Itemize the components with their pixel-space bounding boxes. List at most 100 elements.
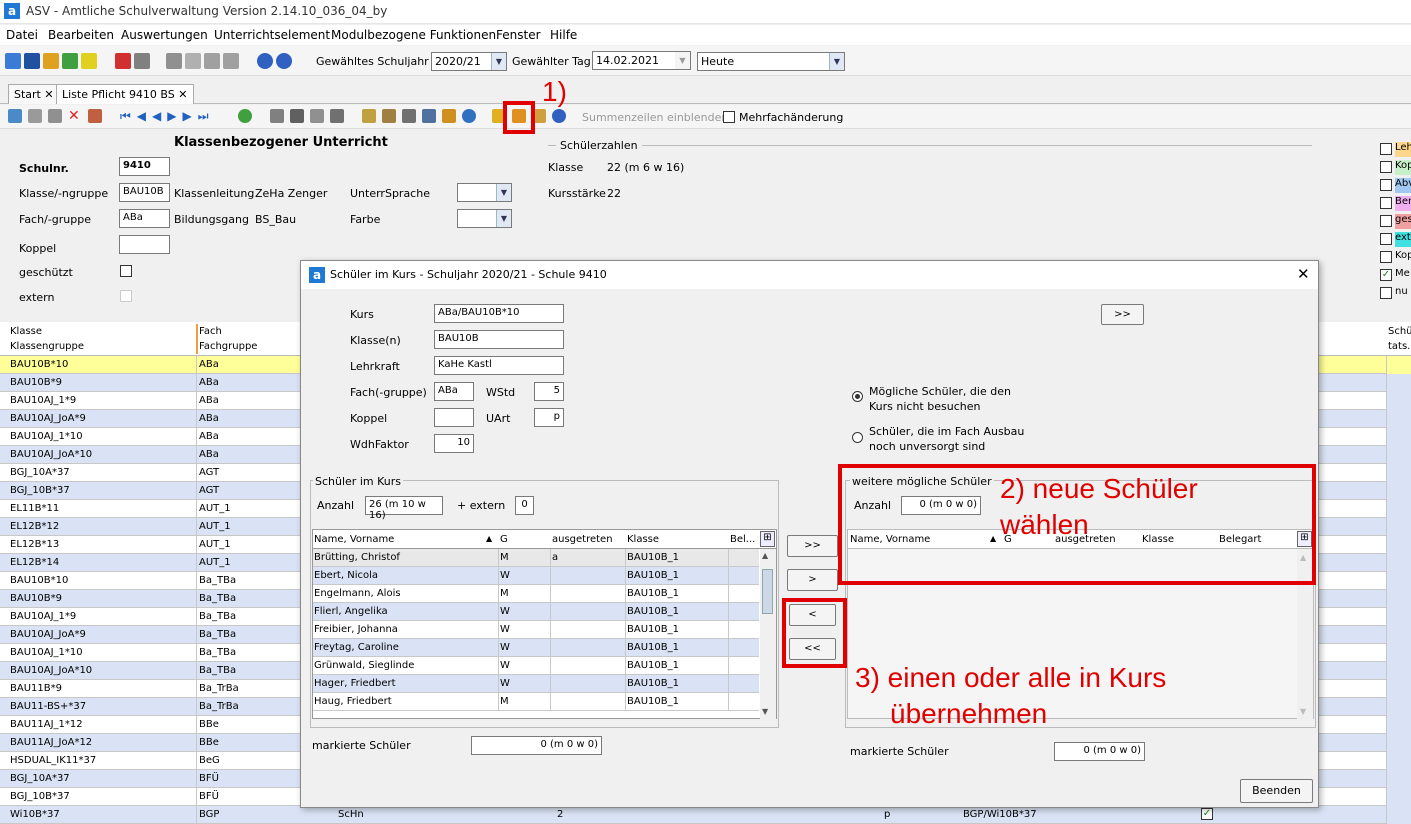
teacher-icon[interactable] bbox=[62, 53, 78, 69]
heute-select[interactable]: Heute ▼ bbox=[697, 52, 845, 71]
mehrfach-checkbox[interactable] bbox=[723, 111, 735, 123]
clock-icon[interactable] bbox=[462, 109, 476, 123]
paste-icon[interactable] bbox=[330, 109, 344, 123]
menu-auswertungen[interactable]: Auswertungen bbox=[121, 28, 208, 42]
legend-checkbox[interactable] bbox=[1380, 287, 1392, 299]
student-row[interactable]: Brütting, Christof Ma BAU10B_1 bbox=[313, 549, 759, 567]
tools-icon[interactable] bbox=[382, 109, 396, 123]
radio-option-2[interactable] bbox=[852, 432, 863, 443]
col-fach[interactable]: Fach bbox=[199, 326, 222, 337]
chevron-down-icon[interactable]: ▼ bbox=[829, 53, 844, 70]
cut-icon[interactable] bbox=[290, 109, 304, 123]
kurs-field[interactable]: ABa/BAU10B*10 bbox=[434, 304, 564, 323]
legend-checkbox[interactable] bbox=[1380, 143, 1392, 155]
sort-up-icon[interactable]: ▲ bbox=[486, 534, 492, 543]
legend-checkbox[interactable]: ✓ bbox=[1380, 269, 1392, 281]
unterrsprache-select[interactable]: ▼ bbox=[457, 183, 512, 202]
book-icon[interactable] bbox=[115, 53, 131, 69]
copy-icon[interactable] bbox=[310, 109, 324, 123]
add-all-button[interactable]: >> bbox=[787, 535, 838, 557]
bus-icon[interactable] bbox=[24, 53, 40, 69]
scroll-up-icon[interactable]: ▲ bbox=[762, 551, 768, 560]
radio-option-1[interactable] bbox=[852, 391, 863, 402]
delete-icon[interactable]: ✕ bbox=[68, 108, 80, 124]
calendar-icon[interactable] bbox=[185, 53, 201, 69]
lehrkraft-field[interactable]: KaHe Kastl bbox=[434, 356, 564, 375]
geschuetzt-checkbox[interactable] bbox=[120, 265, 132, 277]
navigation-icons[interactable]: ⏮◀◀▶▶⏭ bbox=[120, 109, 215, 124]
student-row[interactable]: Haug, Friedbert M BAU10B_1 bbox=[313, 693, 759, 711]
top-move-button[interactable]: >> bbox=[1101, 304, 1144, 325]
puzzle-icon[interactable] bbox=[166, 53, 182, 69]
menu-datei[interactable]: Datei bbox=[6, 28, 38, 42]
col-schueler[interactable]: Schü bbox=[1388, 326, 1411, 337]
koppel-field[interactable] bbox=[434, 408, 474, 427]
legend-checkbox[interactable] bbox=[1380, 251, 1392, 263]
scroll-down-icon[interactable]: ▼ bbox=[1300, 707, 1306, 716]
chevron-down-icon[interactable]: ▼ bbox=[496, 184, 511, 201]
student-row[interactable]: Engelmann, Alois M BAU10B_1 bbox=[313, 585, 759, 603]
broom-icon[interactable] bbox=[442, 109, 456, 123]
tab-liste-pflicht[interactable]: Liste Pflicht 9410 BS ✕ bbox=[56, 84, 194, 104]
col-klassengruppe[interactable]: Klassengruppe bbox=[10, 341, 84, 352]
close-icon[interactable]: ✕ bbox=[44, 88, 53, 101]
group-icon[interactable] bbox=[43, 53, 59, 69]
scroll-down-icon[interactable]: ▼ bbox=[762, 707, 768, 716]
calculator-icon[interactable] bbox=[134, 53, 150, 69]
add-button[interactable]: > bbox=[787, 569, 838, 591]
student-row[interactable]: Flierl, Angelika W BAU10B_1 bbox=[313, 603, 759, 621]
lightning-alt-icon[interactable] bbox=[223, 53, 239, 69]
refresh-icon[interactable] bbox=[238, 109, 252, 123]
farbe-select[interactable]: ▼ bbox=[457, 209, 512, 228]
people-icon[interactable] bbox=[5, 53, 21, 69]
menu-fenster[interactable]: Fenster bbox=[496, 28, 541, 42]
legend-checkbox[interactable] bbox=[1380, 197, 1392, 209]
tab-start[interactable]: Start ✕ bbox=[8, 84, 60, 104]
note-icon[interactable] bbox=[81, 53, 97, 69]
col-tats[interactable]: tats. bbox=[1388, 341, 1410, 352]
scrollbar[interactable]: ▲ ▼ bbox=[760, 549, 776, 719]
col-g[interactable]: G bbox=[500, 534, 508, 545]
new-icon[interactable] bbox=[8, 109, 22, 123]
chevron-down-icon[interactable]: ▼ bbox=[496, 210, 511, 227]
schulnr-field[interactable]: 9410 bbox=[119, 157, 170, 176]
close-icon[interactable]: ✕ bbox=[178, 88, 187, 101]
lightning-icon[interactable] bbox=[204, 53, 220, 69]
summenzeilen-button[interactable]: Summenzeilen einblenden bbox=[582, 111, 728, 124]
close-icon[interactable]: ✕ bbox=[1297, 265, 1310, 283]
column-chooser-icon[interactable]: ⊞ bbox=[760, 531, 775, 547]
chevron-down-icon[interactable]: ▼ bbox=[675, 52, 690, 69]
col-belegart[interactable]: Bel... bbox=[730, 534, 755, 545]
student-row[interactable]: Freibier, Johanna W BAU10B_1 bbox=[313, 621, 759, 639]
column-divider[interactable] bbox=[196, 324, 198, 354]
info-icon[interactable] bbox=[257, 53, 273, 69]
undo-icon[interactable] bbox=[48, 109, 62, 123]
chevron-down-icon[interactable]: ▼ bbox=[491, 53, 506, 70]
help-icon[interactable] bbox=[552, 109, 566, 123]
export-icon[interactable] bbox=[88, 109, 102, 123]
edit-icon[interactable] bbox=[362, 109, 376, 123]
legend-checkbox[interactable] bbox=[1380, 215, 1392, 227]
student-row[interactable]: Hager, Friedbert W BAU10B_1 bbox=[313, 675, 759, 693]
tag-input[interactable]: 14.02.2021 ▼ bbox=[592, 51, 691, 70]
beenden-button[interactable]: Beenden bbox=[1240, 779, 1313, 803]
menu-modulbezogene-funktionen[interactable]: Modulbezogene Funktionen bbox=[331, 28, 496, 42]
uart-field[interactable]: p bbox=[534, 408, 564, 427]
scrollbar-thumb[interactable] bbox=[762, 569, 773, 614]
check-icon[interactable]: ✓ bbox=[1201, 808, 1213, 820]
help-icon[interactable] bbox=[276, 53, 292, 69]
preview-icon[interactable] bbox=[422, 109, 436, 123]
col-ausgetreten[interactable]: ausgetreten bbox=[552, 534, 613, 545]
student-row[interactable]: Grünwald, Sieglinde W BAU10B_1 bbox=[313, 657, 759, 675]
col-klasse[interactable]: Klasse bbox=[627, 534, 659, 545]
student-row[interactable]: Freytag, Caroline W BAU10B_1 bbox=[313, 639, 759, 657]
fach-field[interactable]: ABa bbox=[119, 209, 170, 228]
save-icon[interactable] bbox=[28, 109, 42, 123]
wstd-field[interactable]: 5 bbox=[534, 382, 564, 401]
menu-bearbeiten[interactable]: Bearbeiten bbox=[48, 28, 114, 42]
arrow-left-icon[interactable] bbox=[270, 109, 284, 123]
fach-gruppe-field[interactable]: ABa bbox=[434, 382, 474, 401]
menu-unterrichtselement[interactable]: Unterrichtselement bbox=[214, 28, 330, 42]
legend-checkbox[interactable] bbox=[1380, 233, 1392, 245]
col-name[interactable]: Name, Vorname bbox=[314, 534, 394, 545]
